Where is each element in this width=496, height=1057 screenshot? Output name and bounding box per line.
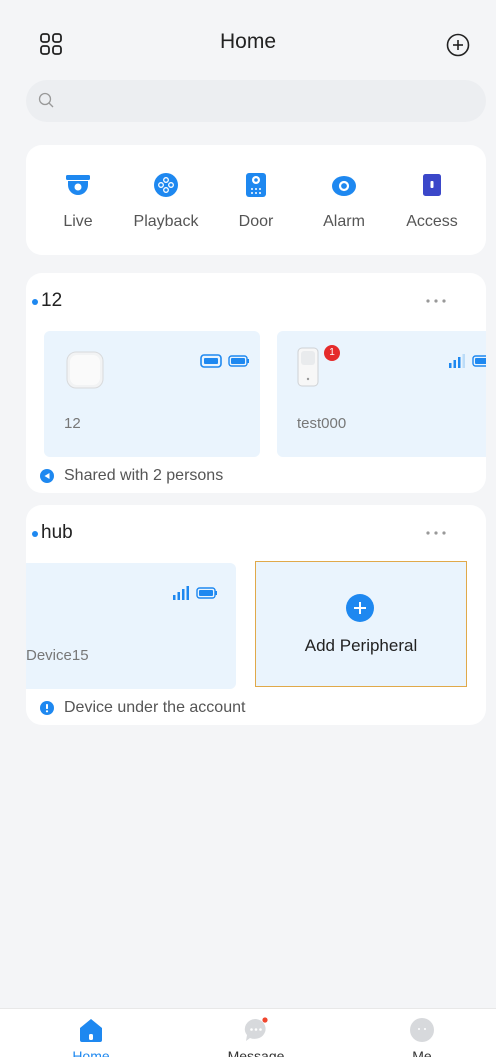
quick-playback-label: Playback	[133, 213, 199, 230]
quick-alarm-label: Alarm	[323, 213, 365, 230]
tab-home[interactable]: Home	[31, 1016, 151, 1057]
group-name: 12	[41, 290, 63, 311]
battery-icon	[196, 587, 217, 599]
shared-info: Shared with 2 persons	[64, 467, 224, 484]
signal-icon	[173, 586, 189, 600]
tab-message[interactable]: Message	[196, 1016, 316, 1057]
account-icon	[40, 701, 54, 715]
device-status	[172, 585, 218, 601]
group-card-hub: hub Device15 Add Peripheral Device under…	[26, 505, 486, 725]
add-peripheral-button[interactable]: Add Peripheral	[255, 561, 467, 687]
message-icon	[244, 1017, 268, 1041]
alarm-icon	[332, 176, 356, 196]
group-footer: Device under the account	[40, 698, 245, 718]
add-peripheral-label: Add Peripheral	[304, 636, 418, 655]
group-name: hub	[41, 522, 73, 543]
quick-live[interactable]: Live	[33, 171, 123, 231]
quick-live-label: Live	[63, 213, 93, 230]
quick-door-label: Door	[238, 213, 274, 230]
quick-access[interactable]: Access	[387, 171, 477, 231]
device-tile[interactable]: 12	[44, 331, 260, 457]
tab-message-label: Message	[227, 1048, 285, 1057]
quick-access-label: Access	[406, 213, 458, 230]
device-name: 12	[64, 415, 81, 432]
group-header: 12	[26, 273, 486, 329]
tab-home-label: Home	[72, 1048, 110, 1057]
access-icon	[423, 174, 441, 196]
device-status	[448, 353, 486, 369]
group-header: hub	[26, 505, 486, 561]
group-dot-icon	[32, 299, 38, 305]
home-icon	[80, 1019, 102, 1042]
search-icon	[38, 92, 54, 108]
tab-me-label: Me	[412, 1048, 432, 1057]
signal-icon	[449, 354, 465, 368]
device-tile[interactable]: Device15	[26, 563, 236, 689]
profile-icon	[410, 1018, 434, 1042]
group-card-12: 12 12 1 test000 Shared with 2 persons	[26, 273, 486, 493]
hub-device-icon	[66, 351, 104, 389]
more-icon[interactable]	[424, 527, 448, 539]
plus-icon	[346, 594, 374, 622]
group-dot-icon	[32, 531, 38, 537]
top-bar: Home	[0, 0, 496, 80]
more-icon[interactable]	[424, 295, 448, 307]
quick-door[interactable]: Door	[211, 171, 301, 231]
device-tile[interactable]: 1 test000	[277, 331, 486, 457]
camera-icon	[66, 175, 90, 195]
device-status	[200, 353, 250, 369]
add-circle-icon[interactable]	[446, 33, 470, 57]
search-input[interactable]	[26, 80, 486, 122]
tab-me[interactable]: Me	[362, 1016, 482, 1057]
motion-sensor-icon	[297, 347, 319, 387]
quick-menu: Live Playback Door Alarm Access	[26, 145, 486, 255]
battery-icon	[228, 355, 249, 367]
device-name: Device15	[26, 647, 89, 664]
group-footer: Shared with 2 persons	[40, 466, 223, 486]
doorbell-icon	[246, 173, 266, 197]
page-title: Home	[219, 30, 277, 53]
device-name: test000	[297, 415, 347, 432]
quick-alarm[interactable]: Alarm	[299, 171, 389, 231]
account-info: Device under the account	[64, 699, 246, 716]
camera-status-icon	[200, 354, 222, 368]
battery-icon	[472, 355, 486, 367]
playback-icon	[154, 173, 178, 197]
quick-playback[interactable]: Playback	[121, 171, 211, 231]
alert-badge: 1	[324, 345, 340, 361]
share-icon	[40, 469, 54, 483]
